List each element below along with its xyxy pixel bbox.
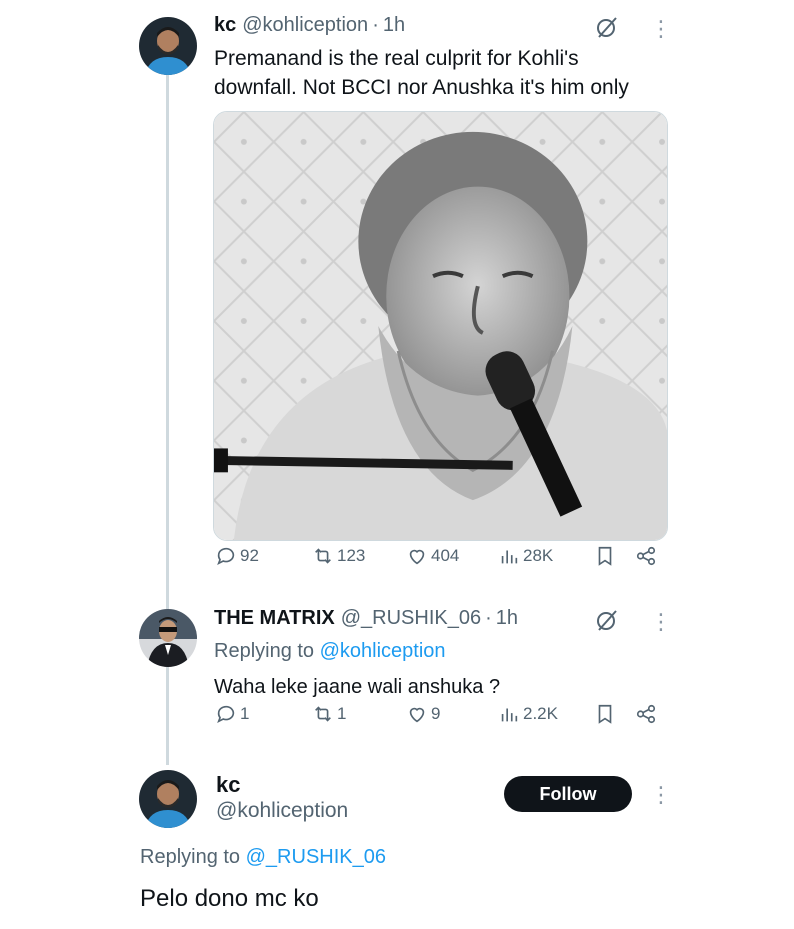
avatar-image (139, 609, 197, 667)
views-count: 2.2K (523, 704, 558, 723)
avatar[interactable] (139, 609, 197, 667)
views-count: 28K (523, 546, 554, 565)
tweet-text: Premanand is the real culprit for Kohli'… (214, 44, 629, 102)
tweet-text-line: downfall. Not BCCI nor Anushka it's him … (214, 76, 629, 99)
follow-button[interactable]: Follow (504, 776, 632, 812)
reply-icon (217, 547, 235, 566)
more-options-icon[interactable]: ⋮ (650, 611, 672, 633)
tweet-text: Pelo dono mc ko (140, 885, 319, 912)
retweet-button[interactable]: 123 (312, 545, 365, 567)
analytics-icon (501, 708, 518, 722)
replying-prefix: Replying to (140, 846, 241, 868)
tweet-header: kc @kohliception · 1h (214, 14, 405, 37)
replying-handle-link[interactable]: @kohliception (320, 640, 446, 662)
timestamp[interactable]: 1h (496, 607, 518, 630)
heart-icon (409, 549, 425, 565)
more-options-icon[interactable]: ⋮ (650, 784, 672, 806)
share-icon (636, 546, 656, 566)
author-handle[interactable]: @_RUSHIK_06 (341, 607, 481, 630)
photo-of-bearded-man-speaking-into-microphone-icon (214, 112, 667, 540)
replying-to: Replying to @_RUSHIK_06 (140, 846, 386, 869)
avatar[interactable] (139, 770, 197, 828)
reply-icon (217, 705, 235, 724)
separator-dot: · (485, 607, 492, 629)
analytics-icon (501, 550, 518, 564)
avatar-image (139, 17, 197, 75)
grok-icon[interactable] (595, 608, 619, 637)
retweet-count: 123 (337, 546, 366, 565)
like-button[interactable]: 9 (406, 703, 440, 725)
tweet-header: THE MATRIX @_RUSHIK_06 · 1h (214, 607, 518, 630)
reply-button[interactable]: 1 (215, 703, 249, 725)
author-name[interactable]: kc (216, 772, 240, 798)
author-name[interactable]: THE MATRIX (214, 607, 335, 630)
reply-count: 1 (240, 704, 250, 723)
share-button[interactable] (635, 703, 657, 725)
bookmark-icon (598, 546, 612, 566)
author-handle[interactable]: @kohliception (216, 799, 348, 823)
reply-count: 92 (240, 546, 259, 565)
author-name[interactable]: kc (214, 14, 236, 37)
grok-icon[interactable] (595, 15, 619, 44)
replying-prefix: Replying to (214, 640, 315, 662)
retweet-count: 1 (337, 704, 347, 723)
avatar-image (139, 770, 197, 828)
timestamp[interactable]: 1h (383, 14, 405, 37)
bookmark-button[interactable] (594, 545, 616, 567)
avatar[interactable] (139, 17, 197, 75)
tweet-text-line: Premanand is the real culprit for Kohli'… (214, 47, 579, 70)
views-button[interactable]: 2.2K (498, 703, 558, 725)
heart-icon (409, 707, 425, 723)
more-options-icon[interactable]: ⋮ (650, 18, 672, 40)
bookmark-icon (598, 704, 612, 724)
share-icon (636, 704, 656, 724)
replying-handle-link[interactable]: @_RUSHIK_06 (246, 846, 386, 868)
like-count: 404 (431, 546, 460, 565)
tweet-text: Waha leke jaane wali anshuka ? (214, 676, 501, 698)
replying-to: Replying to @kohliception (214, 640, 446, 663)
separator-dot: · (372, 14, 379, 36)
retweet-icon (315, 548, 331, 564)
reply-button[interactable]: 92 (215, 545, 259, 567)
share-button[interactable] (635, 545, 657, 567)
like-button[interactable]: 404 (406, 545, 459, 567)
author-handle[interactable]: @kohliception (242, 14, 368, 37)
views-button[interactable]: 28K (498, 545, 553, 567)
like-count: 9 (431, 704, 441, 723)
retweet-button[interactable]: 1 (312, 703, 346, 725)
tweet-image[interactable] (213, 111, 668, 541)
bookmark-button[interactable] (594, 703, 616, 725)
retweet-icon (315, 706, 331, 722)
